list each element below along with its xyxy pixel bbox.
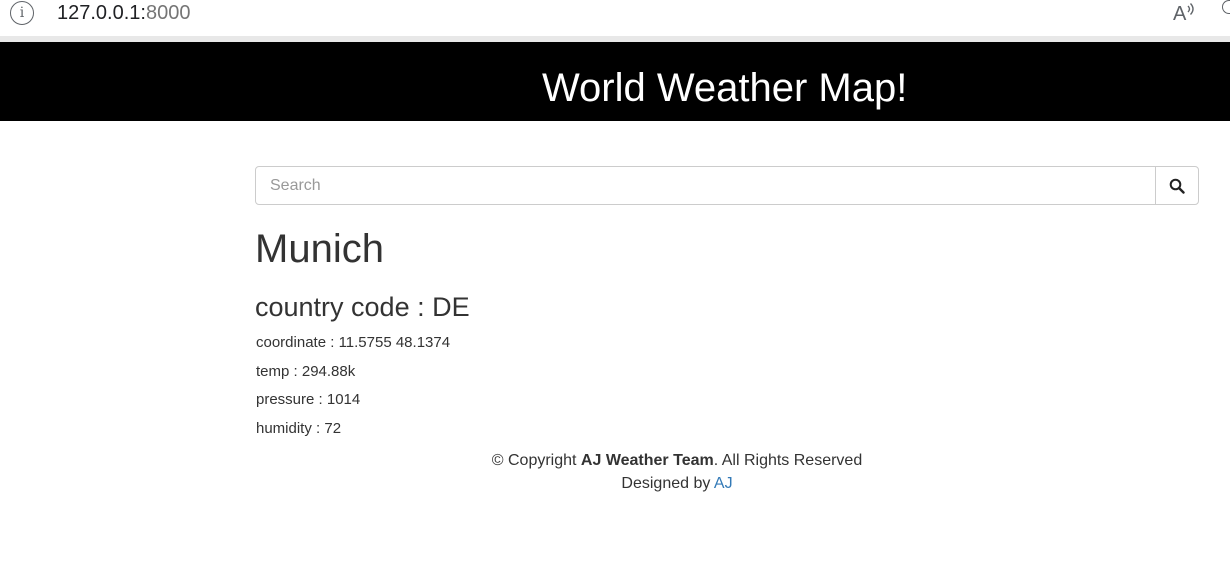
pressure-value: 1014 <box>326 391 361 408</box>
read-aloud-icon[interactable]: A <box>1172 0 1196 30</box>
coordinate-label: coordinate : <box>256 334 339 351</box>
humidity-value: 72 <box>324 420 342 437</box>
search-input[interactable] <box>255 166 1156 205</box>
humidity-row: humidity : 72 <box>256 419 341 439</box>
url-port: 8000 <box>145 2 191 24</box>
svg-text:A: A <box>1173 3 1187 24</box>
url-host: 127.0.0.1: <box>57 2 146 24</box>
search-button[interactable] <box>1155 166 1199 205</box>
temp-value: 294.88k <box>301 363 356 380</box>
info-icon[interactable]: i <box>10 1 34 25</box>
country-code: country code : DE <box>255 291 470 323</box>
browser-menu-icon[interactable] <box>1222 0 1230 14</box>
team-name: AJ Weather Team <box>580 452 714 469</box>
temp-row: temp : 294.88k <box>256 362 355 382</box>
copyright-prefix: © Copyright <box>491 452 581 469</box>
designer-link[interactable]: AJ <box>714 475 733 492</box>
city-name: Munich <box>255 227 384 271</box>
address-url[interactable]: 127.0.0.1:8000 <box>57 1 190 25</box>
pressure-label: pressure : <box>256 391 327 408</box>
coordinate-row: coordinate : 11.5755 48.1374 <box>256 333 450 353</box>
humidity-label: humidity : <box>256 420 325 437</box>
coordinate-value: 11.5755 48.1374 <box>338 334 451 351</box>
page-title: World Weather Map! <box>542 66 908 110</box>
designed-by-label: Designed by <box>621 475 714 492</box>
pressure-row: pressure : 1014 <box>256 390 360 410</box>
designed-by-line: Designed by AJ <box>255 472 1099 495</box>
search-icon <box>1169 178 1185 194</box>
country-code-label: country code : <box>255 292 433 322</box>
country-code-value: DE <box>432 292 470 322</box>
copyright-suffix: . All Rights Reserved <box>713 452 863 469</box>
browser-address-bar: i 127.0.0.1:8000 A <box>0 0 1230 36</box>
footer: © Copyright AJ Weather Team. All Rights … <box>255 449 1099 495</box>
temp-label: temp : <box>256 363 302 380</box>
read-aloud-glyph: A <box>1173 3 1194 25</box>
site-header: World Weather Map! <box>0 42 1230 121</box>
copyright-line: © Copyright AJ Weather Team. All Rights … <box>255 449 1099 472</box>
